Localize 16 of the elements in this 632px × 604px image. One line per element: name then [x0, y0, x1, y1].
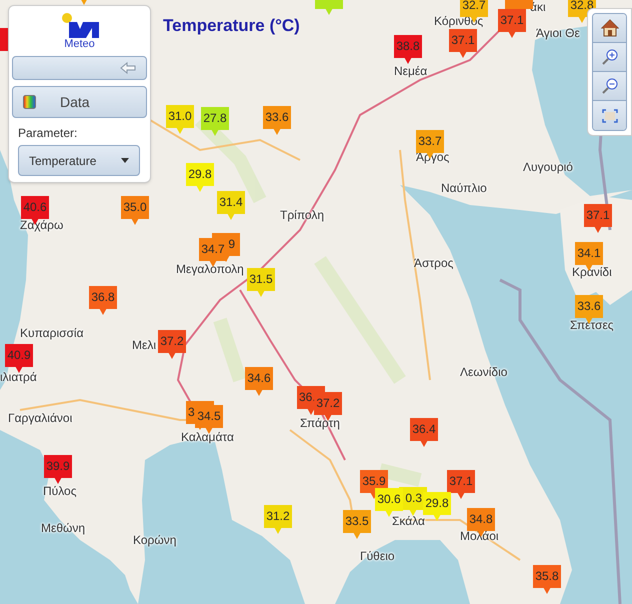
place-label: Γαργαλιάνοι — [8, 411, 72, 425]
place-label: Κορώνη — [133, 533, 176, 547]
place-label: Μεθώνη — [41, 521, 86, 535]
place-label: Λεωνίδιο — [460, 365, 508, 379]
place-label: Νεμέα — [394, 64, 428, 78]
parameter-label: Parameter: — [18, 125, 78, 142]
place-label: Κυπαρισσία — [20, 326, 84, 340]
place-label: Ναύπλιο — [441, 181, 487, 195]
place-label: Γύθειο — [360, 549, 395, 563]
place-label: Πύλος — [43, 484, 77, 498]
logo-text: Meteo — [64, 38, 95, 50]
map-title: Temperature (°C) — [163, 15, 300, 37]
place-label: ιλιατρά — [0, 370, 37, 384]
place-label: Λυγουριό — [523, 160, 573, 174]
place-label: Άγιοι Θε — [536, 26, 580, 40]
place-label: Μελι — [132, 338, 156, 352]
